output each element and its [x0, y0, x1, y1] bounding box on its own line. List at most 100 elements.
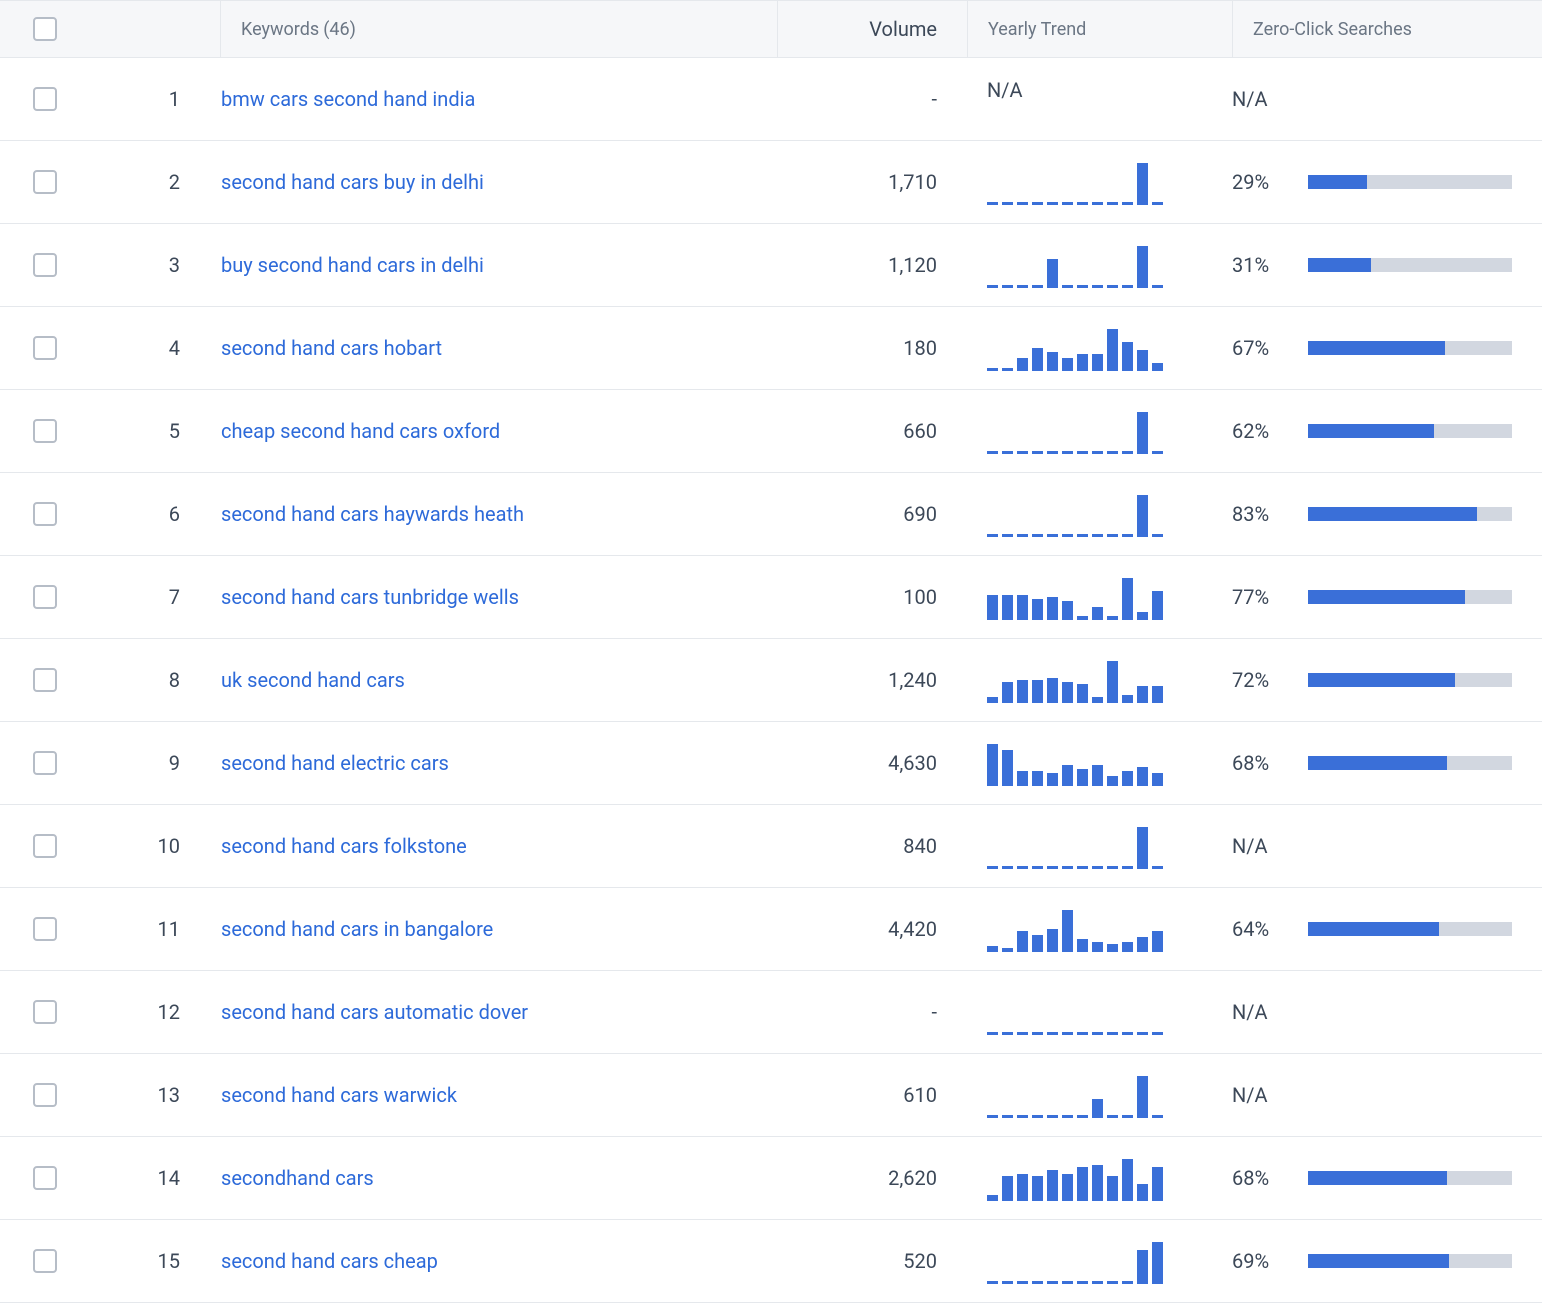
row-checkbox[interactable]: [33, 170, 57, 194]
table-row: 3buy second hand cars in delhi1,12031%: [0, 224, 1542, 307]
volume-value: 100: [777, 585, 967, 609]
zeroclick-bar: [1308, 1254, 1512, 1268]
table-row: 15second hand cars cheap 520 69%: [0, 1220, 1542, 1303]
row-index: 14: [90, 1166, 220, 1190]
row-index: 7: [90, 585, 220, 609]
header-keywords-count: (46): [323, 19, 356, 40]
keywords-table: Keywords (46) Volume Yearly Trend Zero-C…: [0, 0, 1542, 1303]
row-checkbox[interactable]: [33, 87, 57, 111]
row-index: 15: [90, 1249, 220, 1273]
volume-value: 690: [777, 502, 967, 526]
row-checkbox[interactable]: [33, 751, 57, 775]
trend-sparkline: [987, 242, 1192, 288]
volume-value: 840: [777, 834, 967, 858]
volume-value: 4,630: [777, 751, 967, 775]
zeroclick-bar: [1308, 673, 1512, 687]
header-zeroclick-label[interactable]: Zero-Click Searches: [1253, 19, 1412, 40]
trend-sparkline: [987, 740, 1192, 786]
row-checkbox[interactable]: [33, 1249, 57, 1273]
volume-value: 520: [777, 1249, 967, 1273]
table-row: 2second hand cars buy in delhi1,71029%: [0, 141, 1542, 224]
keyword-link[interactable]: second hand cars haywards heath: [221, 502, 524, 526]
volume-value: -: [777, 87, 967, 111]
keyword-link[interactable]: second hand cars folkstone: [221, 834, 467, 858]
trend-sparkline: [987, 408, 1192, 454]
row-checkbox[interactable]: [33, 668, 57, 692]
zeroclick-bar: [1308, 258, 1512, 272]
row-checkbox[interactable]: [33, 253, 57, 277]
zeroclick-na: N/A: [1232, 834, 1268, 858]
table-row: 8uk second hand cars1,24072%: [0, 639, 1542, 722]
zeroclick-na: N/A: [1232, 87, 1268, 111]
header-trend-label[interactable]: Yearly Trend: [988, 19, 1086, 40]
keyword-link[interactable]: bmw cars second hand india: [221, 87, 475, 111]
select-all-checkbox[interactable]: [33, 17, 57, 41]
keyword-link[interactable]: second hand electric cars: [221, 751, 449, 775]
zeroclick-percent: 68%: [1232, 751, 1288, 775]
zeroclick-bar: [1308, 424, 1512, 438]
row-index: 2: [90, 170, 220, 194]
zeroclick-bar: [1308, 1171, 1512, 1185]
row-index: 6: [90, 502, 220, 526]
row-checkbox[interactable]: [33, 917, 57, 941]
zeroclick-bar: [1308, 175, 1512, 189]
table-row: 9second hand electric cars4,63068%: [0, 722, 1542, 805]
row-index: 8: [90, 668, 220, 692]
zeroclick-percent: 64%: [1232, 917, 1288, 941]
keyword-link[interactable]: second hand cars cheap: [221, 1249, 438, 1273]
keyword-link[interactable]: second hand cars tunbridge wells: [221, 585, 519, 609]
row-checkbox[interactable]: [33, 1166, 57, 1190]
zeroclick-percent: 29%: [1232, 170, 1288, 194]
zeroclick-percent: 67%: [1232, 336, 1288, 360]
row-checkbox[interactable]: [33, 502, 57, 526]
row-checkbox[interactable]: [33, 419, 57, 443]
row-checkbox[interactable]: [33, 585, 57, 609]
trend-sparkline: [987, 1155, 1192, 1201]
zeroclick-na: N/A: [1232, 1083, 1268, 1107]
table-row: 10second hand cars folkstone840N/A: [0, 805, 1542, 888]
row-checkbox[interactable]: [33, 1000, 57, 1024]
keyword-link[interactable]: second hand cars warwick: [221, 1083, 457, 1107]
zeroclick-percent: 77%: [1232, 585, 1288, 609]
row-checkbox[interactable]: [33, 1083, 57, 1107]
volume-value: -: [777, 1000, 967, 1024]
keyword-link[interactable]: buy second hand cars in delhi: [221, 253, 484, 277]
trend-sparkline: [987, 823, 1192, 869]
volume-value: 4,420: [777, 917, 967, 941]
table-row: 1bmw cars second hand india-N/AN/A: [0, 58, 1542, 141]
header-keywords-label[interactable]: Keywords: [241, 19, 319, 40]
table-row: 5cheap second hand cars oxford66062%: [0, 390, 1542, 473]
volume-value: 610: [777, 1083, 967, 1107]
volume-value: 1,120: [777, 253, 967, 277]
zeroclick-bar: [1308, 507, 1512, 521]
volume-value: 1,240: [777, 668, 967, 692]
table-row: 13second hand cars warwick 610 N/A: [0, 1054, 1542, 1137]
zeroclick-bar: [1308, 341, 1512, 355]
trend-sparkline: [987, 989, 1192, 1035]
row-checkbox[interactable]: [33, 336, 57, 360]
header-volume-label[interactable]: Volume: [869, 17, 937, 41]
table-row: 6second hand cars haywards heath69083%: [0, 473, 1542, 556]
keyword-link[interactable]: second hand cars buy in delhi: [221, 170, 484, 194]
row-checkbox[interactable]: [33, 834, 57, 858]
row-index: 13: [90, 1083, 220, 1107]
trend-sparkline: [987, 159, 1192, 205]
keyword-link[interactable]: cheap second hand cars oxford: [221, 419, 500, 443]
zeroclick-percent: 62%: [1232, 419, 1288, 443]
keyword-link[interactable]: second hand cars in bangalore: [221, 917, 493, 941]
table-row: 14secondhand cars2,62068%: [0, 1137, 1542, 1220]
row-index: 5: [90, 419, 220, 443]
keyword-link[interactable]: second hand cars hobart: [221, 336, 442, 360]
volume-value: 2,620: [777, 1166, 967, 1190]
zeroclick-percent: 31%: [1232, 253, 1288, 277]
keyword-link[interactable]: second hand cars automatic dover: [221, 1000, 528, 1024]
keyword-link[interactable]: uk second hand cars: [221, 668, 405, 692]
row-index: 11: [90, 917, 220, 941]
row-index: 1: [90, 87, 220, 111]
trend-sparkline: [987, 1238, 1192, 1284]
table-row: 12second hand cars automatic dover-N/A: [0, 971, 1542, 1054]
zeroclick-na: N/A: [1232, 1000, 1268, 1024]
zeroclick-bar: [1308, 922, 1512, 936]
zeroclick-percent: 69%: [1232, 1249, 1288, 1273]
keyword-link[interactable]: secondhand cars: [221, 1166, 374, 1190]
